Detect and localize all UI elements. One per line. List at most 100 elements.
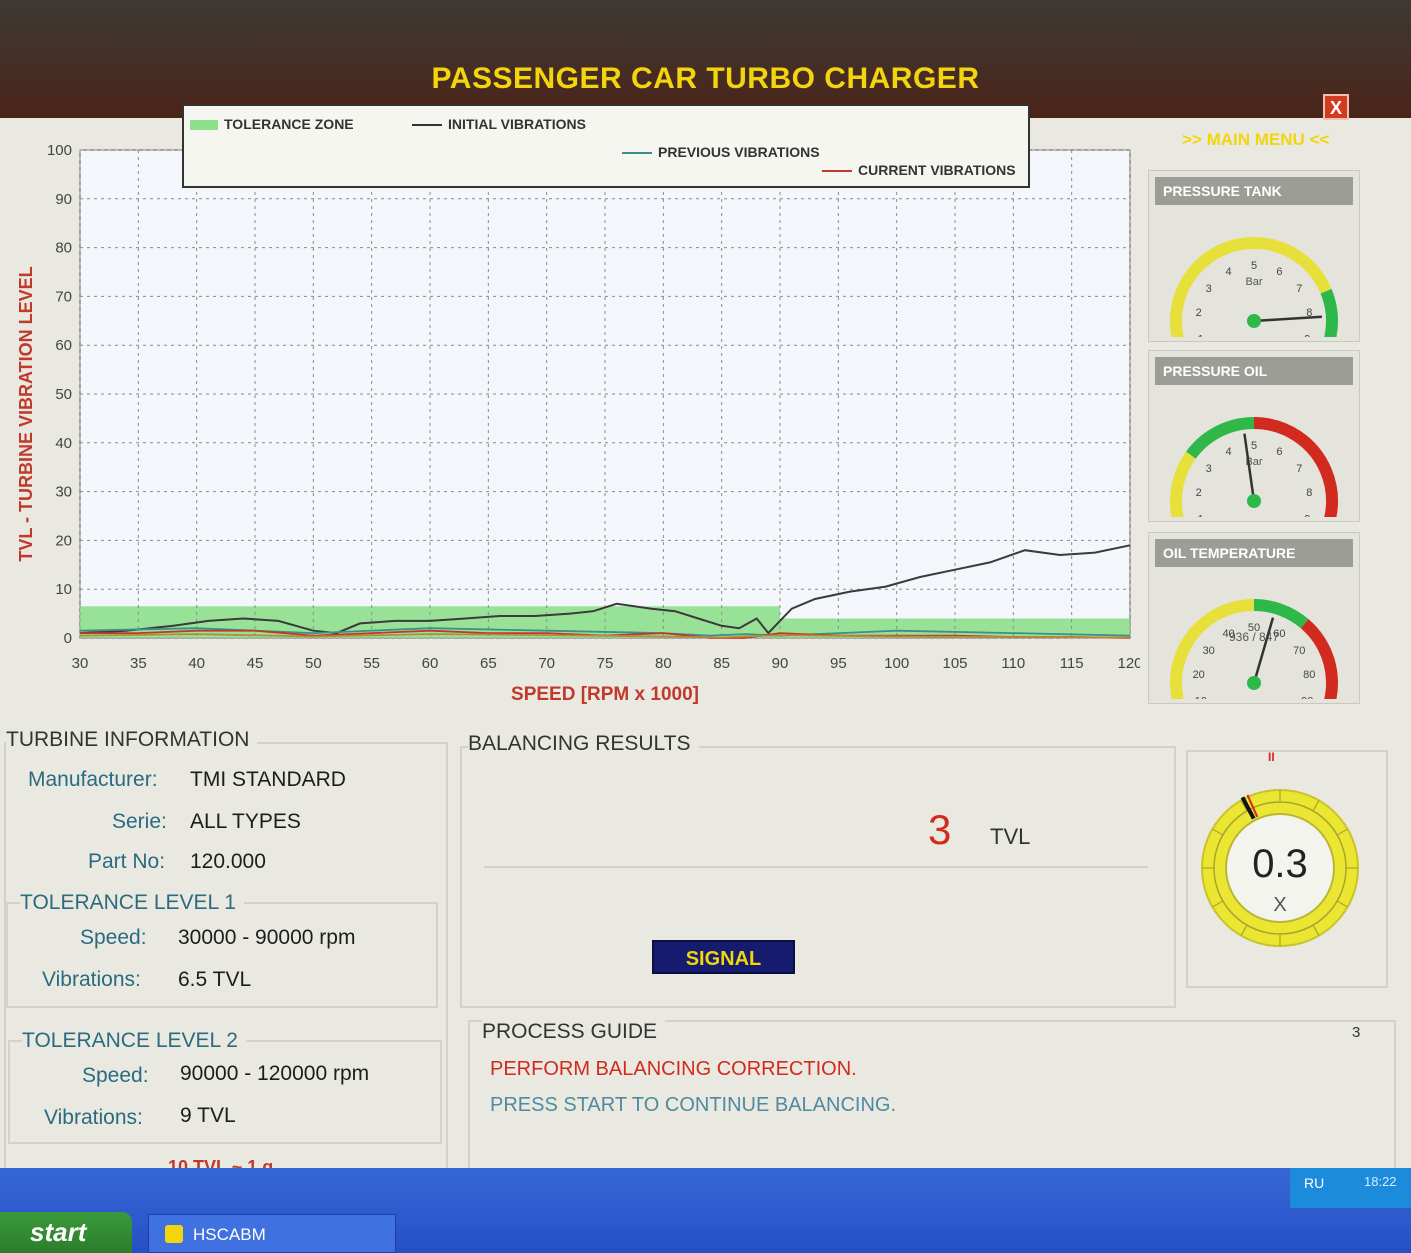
legend-line-initial <box>412 124 442 127</box>
y-tick-label: 80 <box>55 240 72 257</box>
manufacturer-value: TMI STANDARD <box>190 768 346 791</box>
y-tick-label: 50 <box>55 386 72 403</box>
x-tick-label: 120 <box>1117 655 1140 672</box>
pressure-tank-tick-label: 4 <box>1226 266 1232 278</box>
tolerance2-speed-label: Speed: <box>82 1064 149 1087</box>
pressure-oil-tick-label: 5 <box>1251 440 1257 452</box>
manufacturer-label: Manufacturer: <box>28 768 158 791</box>
legend-label-initial: INITIAL VIBRATIONS <box>448 116 586 132</box>
legend-item-initial: INITIAL VIBRATIONS <box>412 116 586 132</box>
turbine-info-title: TURBINE INFORMATION <box>6 728 258 752</box>
taskbar-item-hscabm[interactable]: HSCABM <box>148 1214 396 1253</box>
balancing-frame <box>460 746 1176 1008</box>
tolerance2-vib-value: 9 TVL <box>180 1104 236 1127</box>
x-tick-label: 100 <box>884 655 909 672</box>
dial-value: 0.3 <box>1252 842 1308 886</box>
pressure-tank-tick-label: 9 <box>1304 333 1310 337</box>
pressure-tank-gauge: 012345678910Bar <box>1170 237 1338 337</box>
pressure-oil-tick-label: 2 <box>1196 487 1202 499</box>
x-tick-label: 105 <box>942 655 967 672</box>
oil-temperature-tick-label: 70 <box>1293 645 1305 657</box>
title-bar: PASSENGER CAR TURBO CHARGER <box>0 0 1411 118</box>
start-button[interactable]: start <box>0 1212 132 1253</box>
pressure-oil-tick-label: 9 <box>1304 513 1310 517</box>
x-tick-label: 110 <box>1001 655 1025 672</box>
oil-temperature-tick-label: 90 <box>1301 695 1313 699</box>
x-tick-label: 85 <box>713 655 730 672</box>
pressure-tank-tick-label: 7 <box>1296 283 1302 295</box>
process-guide-title: PROCESS GUIDE <box>482 1020 666 1044</box>
legend-line-previous <box>622 152 652 155</box>
oil-temperature-tick-label: 20 <box>1193 669 1205 681</box>
pressure-oil-tick-label: 1 <box>1198 513 1204 517</box>
x-tick-label: 40 <box>188 655 205 672</box>
pressure-tank-zone-1 <box>1320 288 1338 337</box>
oil-temperature-zone-2 <box>1300 619 1338 699</box>
close-button[interactable]: X <box>1323 94 1349 120</box>
language-indicator[interactable]: RU <box>1304 1175 1324 1191</box>
oil-temperature-zone-0 <box>1170 599 1255 699</box>
x-tick-label: 60 <box>422 655 439 672</box>
main-menu-link[interactable]: >> MAIN MENU << <box>1182 130 1329 150</box>
legend-item-tolerance: TOLERANCE ZONE <box>190 116 354 132</box>
tolerance1-title: TOLERANCE LEVEL 1 <box>20 891 244 915</box>
oil-temperature-panel: OIL TEMPERATURE 010203040506070809010093… <box>1148 532 1360 704</box>
oil-temperature-readout: 936 / 847 <box>1229 630 1279 644</box>
x-axis-label: SPEED [RPM x 1000] <box>511 684 699 705</box>
oil-temperature-tick-label: 80 <box>1303 669 1315 681</box>
x-tick-label: 70 <box>538 655 555 672</box>
balancing-value: 3 <box>928 806 952 853</box>
app-title: PASSENGER CAR TURBO CHARGER <box>431 62 980 95</box>
tolerance1-frame <box>6 902 438 1008</box>
part-no-value: 120.000 <box>190 850 266 873</box>
legend-label-previous: PREVIOUS VIBRATIONS <box>658 144 820 160</box>
pressure-tank-panel: PRESSURE TANK 012345678910Bar <box>1148 170 1360 342</box>
x-tick-label: 45 <box>247 655 264 672</box>
pressure-tank-tick-label: 2 <box>1196 307 1202 319</box>
pressure-tank-tick-label: 6 <box>1276 266 1282 278</box>
tolerance1-speed-value: 30000 - 90000 rpm <box>178 926 356 949</box>
pressure-oil-tick-label: 8 <box>1306 487 1312 499</box>
process-guide-step: 3 <box>1352 1024 1361 1041</box>
pressure-tank-tick-label: 1 <box>1198 333 1204 337</box>
oil-temperature-hub <box>1247 676 1261 690</box>
y-tick-label: 0 <box>64 630 72 647</box>
pressure-oil-tick-label: 6 <box>1276 446 1282 458</box>
x-tick-label: 95 <box>830 655 847 672</box>
pressure-tank-unit: Bar <box>1245 276 1262 288</box>
app-icon <box>165 1225 183 1243</box>
pressure-oil-zone-0 <box>1170 451 1196 517</box>
vibration-chart: 30 35 40 45 50 55 60 65 70 75 80 85 90 95 100 105 110 115… <box>16 142 1140 705</box>
legend-item-current: CURRENT VIBRATIONS <box>822 162 1016 178</box>
dial-marker: II <box>1268 750 1275 764</box>
pressure-tank-tick-label: 5 <box>1251 260 1257 272</box>
y-tick-label: 70 <box>55 288 72 305</box>
oil-temperature-tick-label: 30 <box>1203 645 1215 657</box>
taskbar-item-label: HSCABM <box>193 1225 266 1244</box>
app-window: PASSENGER CAR TURBO CHARGER X >> MAIN ME… <box>0 0 1411 1253</box>
x-tick-label: 90 <box>772 655 789 672</box>
x-tick-label: 35 <box>130 655 147 672</box>
y-tick-label: 30 <box>55 484 72 501</box>
oil-temperature-title: OIL TEMPERATURE <box>1155 539 1353 567</box>
serie-label: Serie: <box>112 810 167 833</box>
oil-temperature-zone-1 <box>1253 599 1309 629</box>
serie-value: ALL TYPES <box>190 810 301 833</box>
tolerance1-vib-label: Vibrations: <box>42 968 141 991</box>
x-tick-label: 80 <box>655 655 672 672</box>
legend-label-tolerance: TOLERANCE ZONE <box>224 116 354 132</box>
dial-symbol: X <box>1273 894 1287 916</box>
pressure-oil-tick-label: 4 <box>1226 446 1232 458</box>
pressure-oil-zone-2 <box>1253 417 1338 517</box>
y-tick-label: 60 <box>55 337 72 354</box>
x-tick-label: 115 <box>1060 655 1084 672</box>
tolerance1-vib-value: 6.5 TVL <box>178 968 252 991</box>
pressure-oil-tick-label: 7 <box>1296 463 1302 475</box>
y-tick-label: 20 <box>55 532 72 549</box>
y-tick-label: 100 <box>47 142 72 159</box>
tolerance1-speed-label: Speed: <box>80 926 147 949</box>
pressure-tank-title: PRESSURE TANK <box>1155 177 1353 205</box>
legend-line-current <box>822 170 852 173</box>
legend-label-current: CURRENT VIBRATIONS <box>858 162 1016 178</box>
signal-button[interactable]: SIGNAL <box>652 940 795 974</box>
